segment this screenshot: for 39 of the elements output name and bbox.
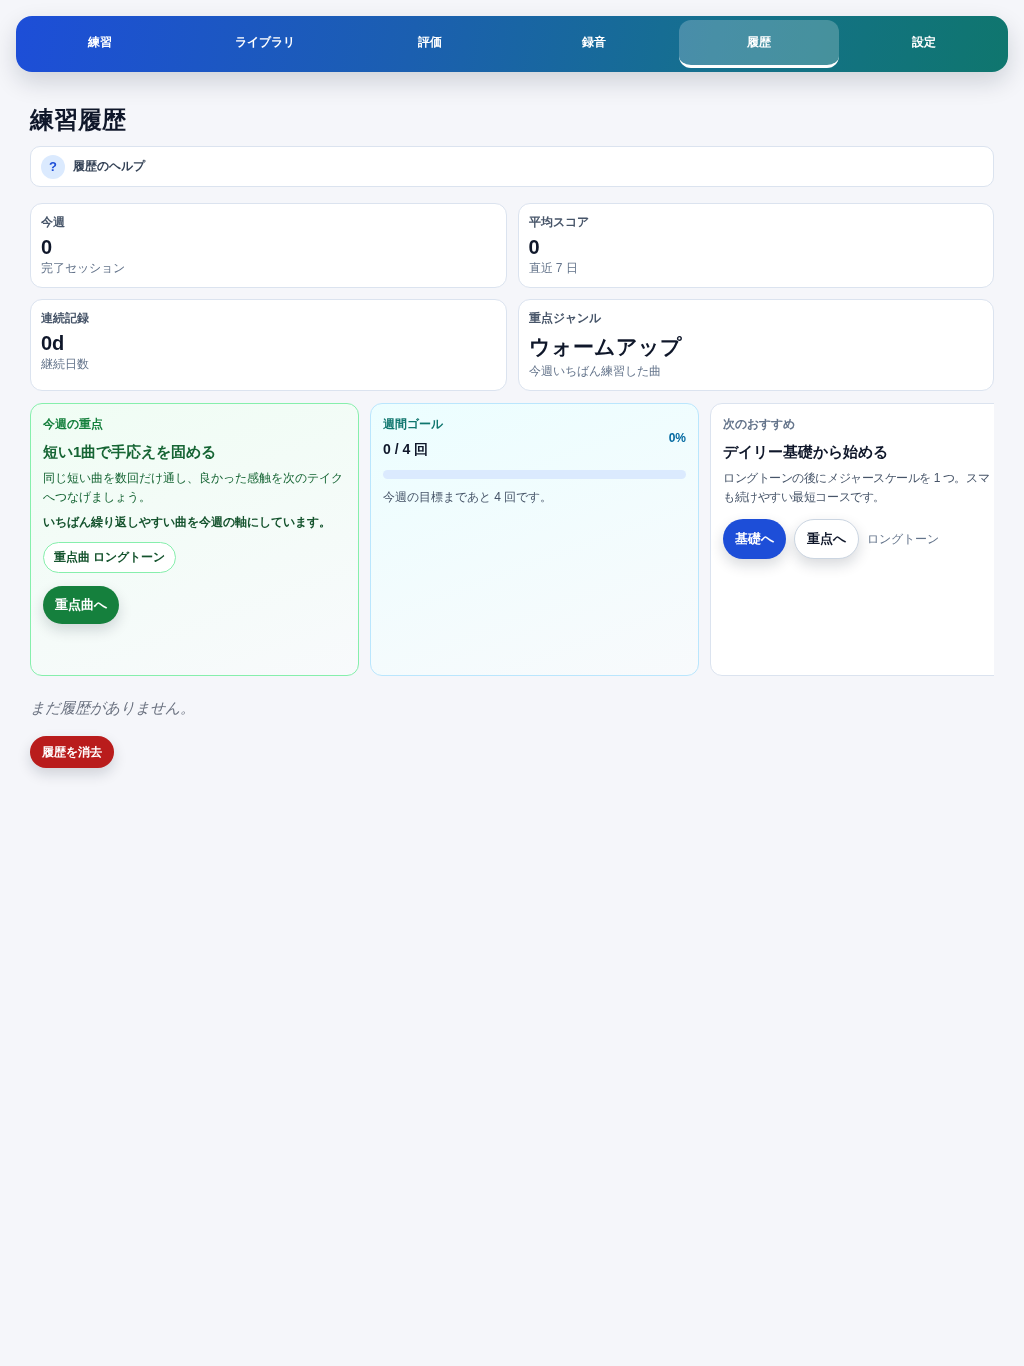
- goal-note: 今週の目標まであと 4 回です。: [383, 489, 554, 506]
- stat-label: 重点ジャンル: [528, 310, 602, 327]
- stat-value: 0d: [41, 331, 66, 356]
- stat-value: 0: [528, 235, 541, 260]
- card-description: 同じ短い曲を数回だけ通し、良かった感触を次のテイクへつなげましょう。: [43, 470, 344, 506]
- focus-song-chip: 重点曲 ロングトーン: [43, 542, 177, 573]
- clear-history-button[interactable]: 履歴を消去: [30, 736, 114, 768]
- goal-percent: 0%: [668, 430, 686, 445]
- help-button[interactable]: ? 履歴のヘルプ: [30, 146, 994, 187]
- card-label: 次のおすすめ: [723, 416, 796, 433]
- stat-label: 連続記録: [41, 310, 90, 327]
- nav-tab[interactable]: ライブラリ: [184, 20, 346, 68]
- card-title: 短い1曲で手応えを固める: [43, 442, 218, 462]
- card-label: 今週の重点: [43, 416, 104, 433]
- stat-caption: 完了セッション: [41, 260, 126, 277]
- card-emphasis: いちばん繰り返しやすい曲を今週の軸にしています。: [43, 514, 332, 531]
- song-name: ロングトーン: [867, 530, 939, 548]
- goal-count: 0 / 4 回: [383, 440, 430, 459]
- card-label: 週間ゴール: [383, 416, 443, 433]
- action-button[interactable]: 基礎へ: [723, 519, 786, 559]
- card-title: デイリー基礎から始める: [723, 442, 889, 462]
- nav-tab[interactable]: 録音: [514, 20, 675, 68]
- action-button[interactable]: 重点へ: [794, 519, 859, 559]
- focus-song-button[interactable]: 重点曲へ: [43, 586, 119, 624]
- stat-caption: 直近 7 日: [528, 260, 579, 277]
- stat-label: 今週: [41, 214, 66, 231]
- stat-caption: 継続日数: [41, 356, 90, 373]
- help-icon: ?: [41, 154, 65, 179]
- empty-message: まだ履歴がありません。: [30, 698, 196, 718]
- nav-tab[interactable]: 評価: [349, 20, 510, 68]
- card-description: ロングトーンの後にメジャースケールを 1 つ。スマ も続けやすい最短コースです。: [723, 470, 991, 506]
- stat-value: 0: [41, 235, 54, 260]
- stat-value: ウォームアップ: [528, 334, 683, 360]
- stat-label: 平均スコア: [528, 214, 590, 231]
- nav-tab[interactable]: 練習: [20, 20, 181, 68]
- stat-caption: 今週いちばん練習した曲: [528, 363, 662, 380]
- page-title: 練習履歴: [30, 105, 127, 135]
- nav-tab[interactable]: 設定: [843, 20, 1005, 68]
- nav-tab[interactable]: 履歴: [678, 20, 840, 68]
